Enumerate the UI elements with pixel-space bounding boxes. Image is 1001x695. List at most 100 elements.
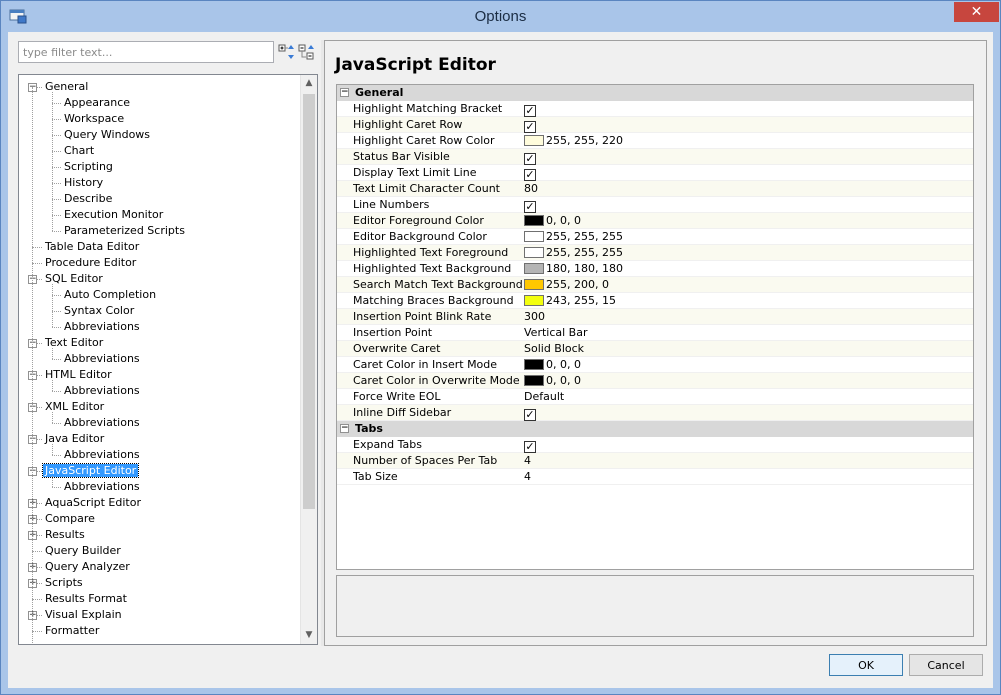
property-row[interactable]: Insertion Point Blink Rate 300 <box>337 309 973 325</box>
property-row[interactable]: Overwrite Caret Solid Block <box>337 341 973 357</box>
property-row[interactable]: Editor Background Color 255, 255, 255 <box>337 229 973 245</box>
title-bar[interactable]: Options ✕ <box>1 1 1000 32</box>
checkbox[interactable]: ✓ <box>524 409 536 421</box>
tree-item[interactable]: General <box>43 79 90 95</box>
tree-item[interactable]: Visual Explain <box>43 607 124 623</box>
tree-item[interactable]: Compare <box>43 511 97 527</box>
property-row[interactable]: Expand Tabs ✓ <box>337 437 973 453</box>
property-row[interactable]: Highlight Matching Bracket ✓ <box>337 101 973 117</box>
category-header[interactable]: − Tabs <box>337 421 973 437</box>
collapse-icon[interactable]: − <box>340 88 349 97</box>
property-row[interactable]: Number of Spaces Per Tab 4 <box>337 453 973 469</box>
filter-input[interactable] <box>18 41 274 63</box>
property-value[interactable]: Solid Block <box>524 341 584 357</box>
tree-item[interactable]: Results <box>43 527 87 543</box>
color-swatch[interactable] <box>524 263 544 274</box>
color-swatch[interactable] <box>524 247 544 258</box>
checkbox[interactable]: ✓ <box>524 105 536 117</box>
expand-all-icon[interactable] <box>278 43 296 61</box>
property-row[interactable]: Highlight Caret Row ✓ <box>337 117 973 133</box>
property-value[interactable]: ✓ <box>524 165 536 181</box>
property-row[interactable]: Editor Foreground Color 0, 0, 0 <box>337 213 973 229</box>
property-value[interactable]: 255, 200, 0 <box>524 277 609 293</box>
property-value[interactable]: 4 <box>524 469 531 485</box>
property-row[interactable]: Matching Braces Background 243, 255, 15 <box>337 293 973 309</box>
property-value[interactable]: ✓ <box>524 101 536 117</box>
property-row[interactable]: Force Write EOL Default <box>337 389 973 405</box>
color-swatch[interactable] <box>524 135 544 146</box>
checkbox[interactable]: ✓ <box>524 121 536 133</box>
checkbox[interactable]: ✓ <box>524 169 536 181</box>
tree-item[interactable]: Query Windows <box>62 127 152 143</box>
property-row[interactable]: Text Limit Character Count 80 <box>337 181 973 197</box>
tree-item[interactable]: Abbreviations <box>62 351 142 367</box>
tree-item[interactable]: AquaScript Editor <box>43 495 143 511</box>
color-swatch[interactable] <box>524 375 544 386</box>
property-grid[interactable]: − General Highlight Matching Bracket ✓ Highl… <box>336 84 974 570</box>
property-value[interactable]: ✓ <box>524 149 536 165</box>
tree-scrollbar[interactable]: ▲ ▼ <box>300 75 317 644</box>
property-row[interactable]: Highlighted Text Foreground 255, 255, 255 <box>337 245 973 261</box>
scroll-up-arrow-icon[interactable]: ▲ <box>301 75 317 92</box>
cancel-button[interactable]: Cancel <box>909 654 983 676</box>
tree-item[interactable]: JavaScript Editor <box>41 463 140 479</box>
tree-item[interactable]: Abbreviations <box>62 447 142 463</box>
color-swatch[interactable] <box>524 279 544 290</box>
tree-item[interactable]: Abbreviations <box>62 319 142 335</box>
scroll-down-arrow-icon[interactable]: ▼ <box>301 627 317 644</box>
property-value[interactable]: 80 <box>524 181 538 197</box>
collapse-all-icon[interactable] <box>298 43 316 61</box>
property-value[interactable]: 0, 0, 0 <box>524 373 581 389</box>
color-swatch[interactable] <box>524 231 544 242</box>
property-value[interactable]: 0, 0, 0 <box>524 357 581 373</box>
property-value[interactable]: 0, 0, 0 <box>524 213 581 229</box>
checkbox[interactable]: ✓ <box>524 153 536 165</box>
property-row[interactable]: Status Bar Visible ✓ <box>337 149 973 165</box>
property-value[interactable]: 255, 255, 255 <box>524 245 623 261</box>
category-header[interactable]: − General <box>337 85 973 101</box>
property-row[interactable]: Caret Color in Overwrite Mode 0, 0, 0 <box>337 373 973 389</box>
tree-item[interactable]: Scripting <box>62 159 115 175</box>
property-value[interactable]: ✓ <box>524 197 536 213</box>
property-row[interactable]: Line Numbers ✓ <box>337 197 973 213</box>
checkbox[interactable]: ✓ <box>524 441 536 453</box>
tree-item[interactable]: Table Data Editor <box>43 239 141 255</box>
tree-item[interactable]: Syntax Color <box>62 303 136 319</box>
tree-item[interactable]: Query Builder <box>43 543 123 559</box>
property-row[interactable]: Highlight Caret Row Color 255, 255, 220 <box>337 133 973 149</box>
property-value[interactable]: 255, 255, 220 <box>524 133 623 149</box>
tree-item[interactable]: HTML Editor <box>43 367 114 383</box>
property-row[interactable]: Tab Size 4 <box>337 469 973 485</box>
tree-item[interactable]: Execution Monitor <box>62 207 165 223</box>
tree-item[interactable]: History <box>62 175 105 191</box>
tree-item[interactable]: Abbreviations <box>62 415 142 431</box>
property-row[interactable]: Inline Diff Sidebar ✓ <box>337 405 973 421</box>
tree-item[interactable]: Workspace <box>62 111 126 127</box>
tree-item[interactable]: Scripts <box>43 575 85 591</box>
close-button[interactable]: ✕ <box>954 2 999 22</box>
checkbox[interactable]: ✓ <box>524 201 536 213</box>
color-swatch[interactable] <box>524 215 544 226</box>
property-row[interactable]: Search Match Text Background 255, 200, 0 <box>337 277 973 293</box>
property-value[interactable]: 255, 255, 255 <box>524 229 623 245</box>
property-value[interactable]: ✓ <box>524 437 536 453</box>
property-row[interactable]: Caret Color in Insert Mode 0, 0, 0 <box>337 357 973 373</box>
tree-item[interactable]: Results Format <box>43 591 129 607</box>
collapse-icon[interactable]: − <box>340 424 349 433</box>
property-value[interactable]: 300 <box>524 309 545 325</box>
property-value[interactable]: 4 <box>524 453 531 469</box>
property-value[interactable]: ✓ <box>524 405 536 421</box>
tree-item[interactable]: Procedure Editor <box>43 255 138 271</box>
property-value[interactable]: ✓ <box>524 117 536 133</box>
tree-item[interactable]: Formatter <box>43 623 101 639</box>
color-swatch[interactable] <box>524 295 544 306</box>
color-swatch[interactable] <box>524 359 544 370</box>
tree-item[interactable]: Auto Completion <box>62 287 158 303</box>
tree-item[interactable]: Describe <box>62 191 114 207</box>
property-value[interactable]: 180, 180, 180 <box>524 261 623 277</box>
tree-item[interactable]: Abbreviations <box>62 479 142 495</box>
property-row[interactable]: Display Text Limit Line ✓ <box>337 165 973 181</box>
property-value[interactable]: Vertical Bar <box>524 325 587 341</box>
scrollbar-thumb[interactable] <box>303 94 315 509</box>
tree-item[interactable]: Abbreviations <box>62 383 142 399</box>
